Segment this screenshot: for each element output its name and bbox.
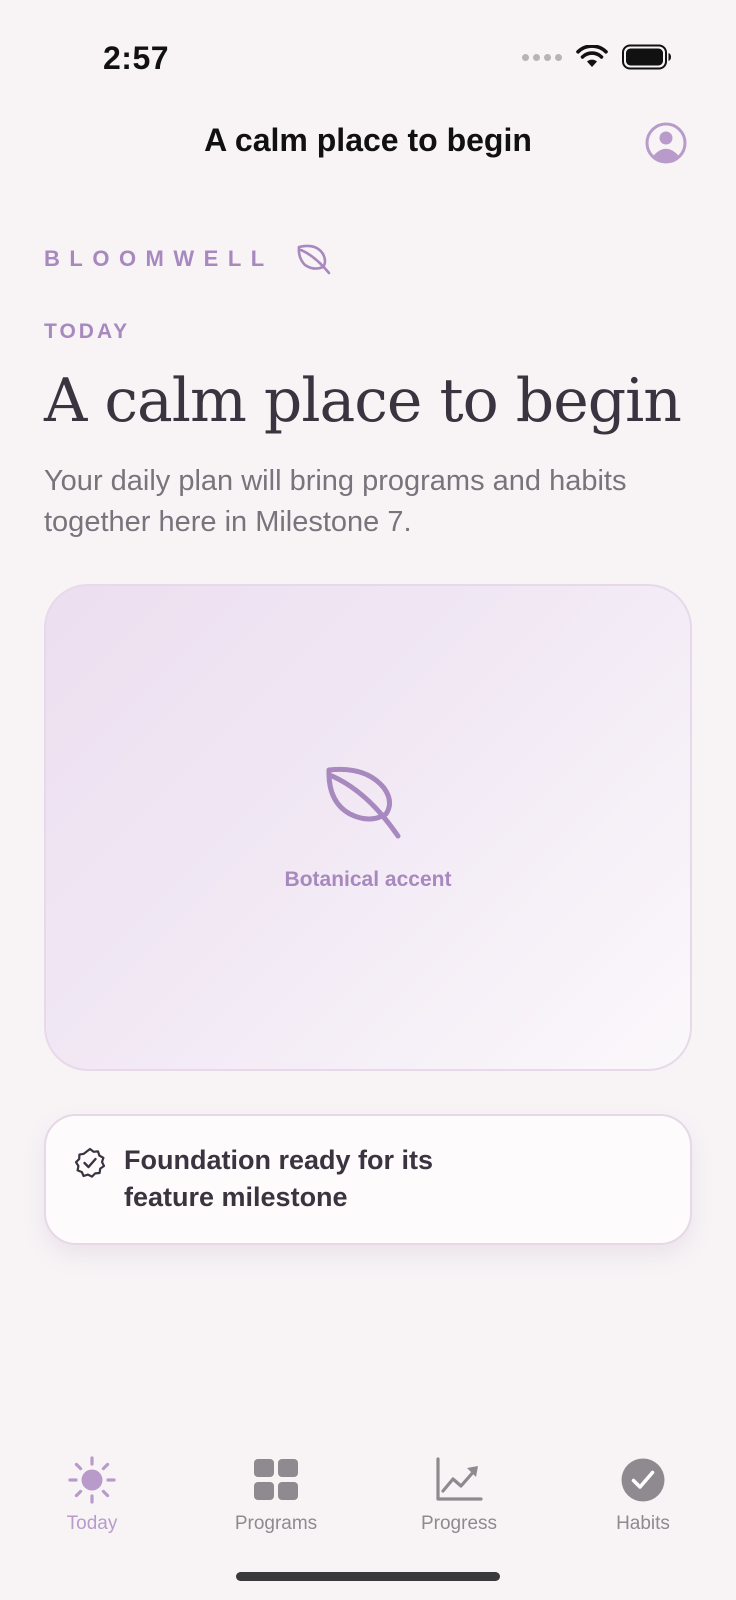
checkmark-circle-icon	[621, 1458, 665, 1502]
brand-row: BLOOMWELL	[44, 243, 332, 275]
brand-name: BLOOMWELL	[44, 246, 274, 271]
status-icons	[522, 44, 672, 70]
tab-today-label: Today	[66, 1513, 118, 1534]
hero-leaf-icon	[326, 766, 401, 839]
chart-icon	[436, 1457, 483, 1501]
tab-programs-label: Programs	[234, 1513, 318, 1534]
grid-icon	[254, 1459, 298, 1500]
person-circle-icon[interactable]	[645, 122, 687, 164]
leaf-icon	[297, 244, 331, 275]
tab-today[interactable]: Today	[17, 1455, 167, 1535]
tab-programs[interactable]: Programs	[201, 1455, 351, 1535]
tab-progress-label: Progress	[420, 1513, 498, 1534]
home-indicator[interactable]	[236, 1572, 500, 1581]
status-time: 2:57	[103, 40, 170, 76]
hero-caption: Botanical accent	[284, 868, 452, 891]
cellular-signal-icon	[522, 53, 562, 61]
wifi-icon	[576, 45, 608, 67]
tab-habits-label: Habits	[616, 1513, 670, 1534]
milestone-status-text: Foundation ready for its feature milesto…	[124, 1145, 434, 1212]
tab-habits[interactable]: Habits	[568, 1455, 718, 1535]
battery-icon	[622, 44, 671, 70]
page-headline: A calm place to begin	[44, 366, 682, 436]
nav-title: A calm place to begin	[204, 122, 532, 158]
sun-icon	[68, 1456, 116, 1504]
tab-progress[interactable]: Progress	[384, 1455, 534, 1535]
today-screen: 2:57 A calm place to begin BLOOMWELL TOD…	[0, 0, 736, 1600]
page-subtext: Your daily plan will bring programs and …	[44, 465, 627, 538]
section-eyebrow: TODAY	[44, 320, 131, 343]
checkmark-seal-icon	[74, 1147, 106, 1178]
